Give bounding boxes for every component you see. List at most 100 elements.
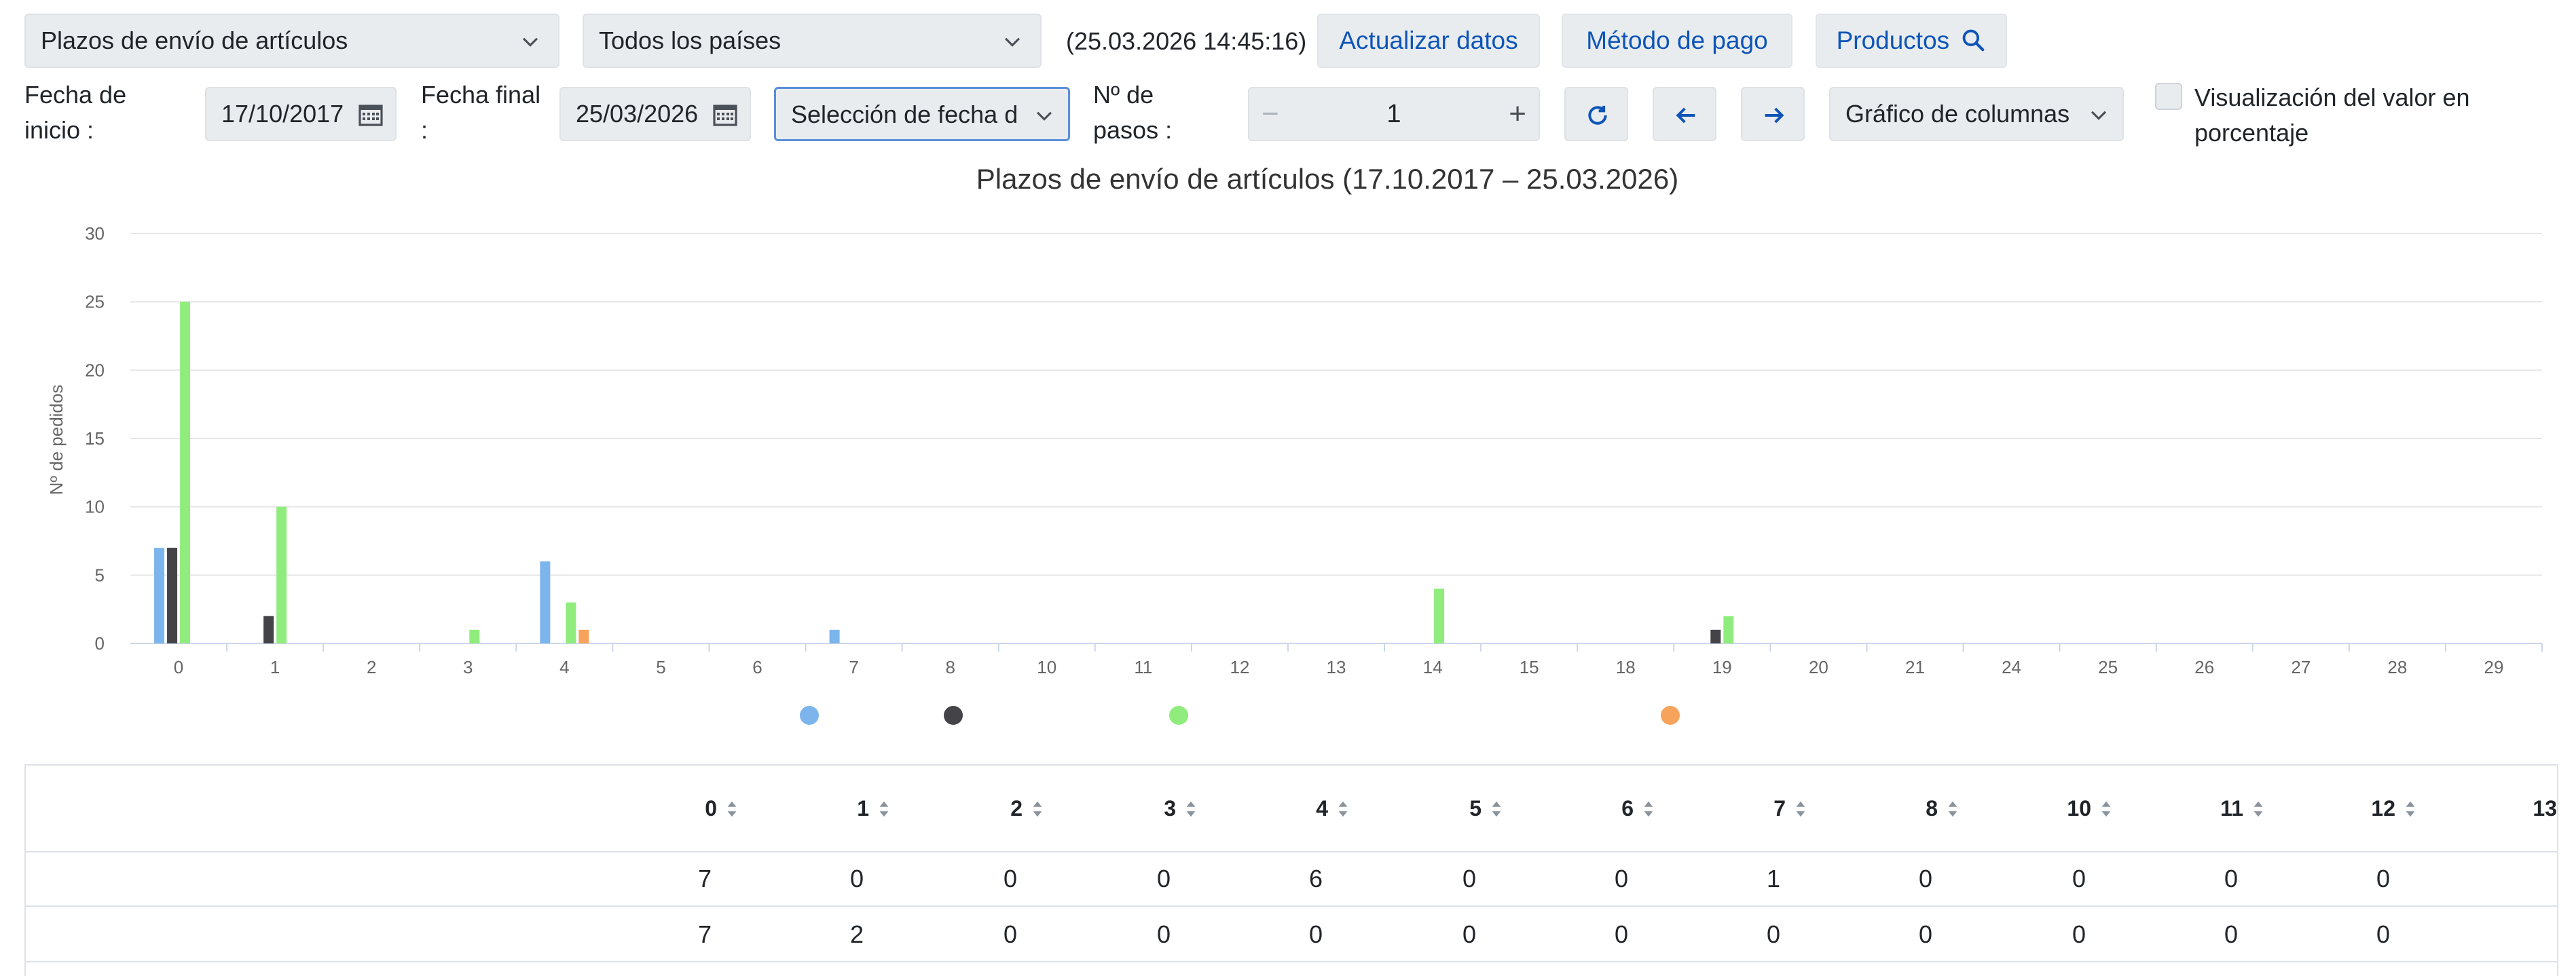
table-row: 7 2 0 0 0 0 0 0 0 0 0 0 — [26, 908, 2557, 962]
sort-icon[interactable] — [1642, 795, 1654, 826]
legend-marker[interactable] — [944, 706, 963, 725]
column-header-label: 10 — [2067, 796, 2091, 821]
column-header[interactable]: 11 — [2220, 793, 2264, 826]
column-header-label: 0 — [705, 796, 717, 821]
column-header-label: 4 — [1316, 796, 1328, 821]
bar[interactable] — [469, 629, 480, 643]
column-header[interactable]: 3 — [1164, 793, 1196, 826]
sort-icon[interactable] — [1794, 795, 1806, 826]
column-header-label: 3 — [1164, 796, 1176, 821]
legend-marker[interactable] — [1661, 706, 1680, 725]
table-cell: 0 — [1462, 865, 1476, 893]
sort-icon[interactable] — [2404, 795, 2416, 826]
table-cell: 1 — [1766, 865, 1780, 893]
table-cell: 0 — [2376, 920, 2390, 948]
sort-icon[interactable] — [1490, 795, 1502, 826]
table-row: 7 0 0 0 6 0 0 1 0 0 0 0 — [26, 852, 2557, 907]
column-header-label: 7 — [1773, 796, 1786, 821]
column-header[interactable]: 5 — [1469, 793, 1502, 826]
column-header[interactable]: 7 — [1773, 793, 1806, 826]
legend-marker[interactable] — [1169, 706, 1188, 725]
sort-icon[interactable] — [1031, 795, 1043, 826]
chart-title: Plazos de envío de artículos (17.10.2017… — [976, 163, 1678, 195]
y-tick-label: 25 — [85, 292, 105, 312]
sort-icon[interactable] — [1184, 795, 1196, 826]
x-tick-label: 24 — [2002, 657, 2021, 677]
bar[interactable] — [263, 616, 274, 643]
table-cell: 0 — [1156, 920, 1171, 948]
x-tick-label: 29 — [2484, 657, 2503, 677]
x-tick-label: 5 — [656, 657, 665, 677]
table-cell: 0 — [1003, 920, 1017, 948]
sort-icon[interactable] — [1946, 795, 1958, 826]
y-tick-label: 15 — [85, 428, 105, 449]
bar[interactable] — [1710, 629, 1721, 643]
bar[interactable] — [829, 629, 840, 643]
table-cell: 0 — [1308, 920, 1323, 948]
table-cell: 0 — [2224, 865, 2238, 893]
column-header[interactable]: 13 — [2533, 793, 2557, 824]
table-cell: 0 — [1003, 865, 1017, 893]
sort-icon[interactable] — [2099, 795, 2112, 826]
y-tick-label: 10 — [85, 497, 105, 517]
column-header-label: 6 — [1621, 796, 1634, 821]
y-axis-ticks: 0 5 10 15 20 25 30 — [85, 223, 105, 654]
column-header-label: 11 — [2220, 796, 2243, 821]
x-tick-label: 1 — [270, 657, 280, 677]
bar[interactable] — [180, 301, 191, 643]
table-cell: 7 — [697, 920, 712, 948]
table-cell: 0 — [2224, 920, 2238, 948]
bar[interactable] — [1434, 588, 1445, 643]
column-header[interactable]: 8 — [1926, 793, 1958, 826]
bar[interactable] — [1723, 616, 1734, 643]
table-cell: 0 — [1614, 920, 1628, 948]
x-tick-label: 18 — [1616, 657, 1636, 677]
bar[interactable] — [154, 548, 165, 643]
bar[interactable] — [167, 548, 178, 643]
column-header-label: 8 — [1926, 796, 1938, 821]
chart-legend[interactable] — [800, 706, 1680, 725]
x-tick-label: 12 — [1230, 657, 1249, 677]
column-header-label: 2 — [1010, 796, 1023, 821]
column-header[interactable]: 12 — [2371, 793, 2416, 826]
table-cell: 6 — [1308, 865, 1323, 893]
bar[interactable] — [566, 602, 576, 643]
x-tick-label: 11 — [1134, 657, 1152, 677]
table-cell: 0 — [1462, 920, 1476, 948]
table-cell: 0 — [1156, 865, 1171, 893]
x-tick-label: 28 — [2387, 657, 2407, 677]
column-header[interactable]: 1 — [857, 793, 889, 826]
chart-grid — [130, 233, 2542, 644]
column-header[interactable]: 10 — [2067, 793, 2112, 826]
column-header[interactable]: 4 — [1316, 793, 1348, 826]
table-cell: 0 — [2072, 920, 2086, 948]
legend-marker[interactable] — [800, 706, 819, 725]
sort-icon[interactable] — [1336, 795, 1348, 826]
sort-icon[interactable] — [2251, 795, 2264, 826]
data-table: 0 1 2 3 4 5 6 7 8 10 11 12 13 7000600100007200000000… — [24, 764, 2558, 976]
table-cell: 0 — [1614, 865, 1628, 893]
column-header[interactable]: 0 — [705, 793, 737, 826]
sort-icon[interactable] — [877, 795, 889, 826]
table-cell: 0 — [1918, 920, 1932, 948]
bar[interactable] — [276, 506, 287, 643]
column-header-label: 12 — [2371, 796, 2395, 821]
table-cell: 0 — [1766, 920, 1780, 948]
shipping-times-chart: Plazos de envío de artículos (17.10.2017… — [46, 163, 2543, 725]
table-header: 0 1 2 3 4 5 6 7 8 10 11 12 13 — [26, 766, 2557, 852]
x-tick-label: 7 — [849, 657, 858, 677]
table-cell: 7 — [697, 865, 712, 893]
table-cell: 2 — [849, 920, 864, 948]
bar[interactable] — [540, 561, 551, 643]
column-header[interactable]: 2 — [1010, 793, 1043, 826]
sort-icon[interactable] — [725, 795, 737, 826]
chart-bars — [154, 301, 1734, 643]
column-header[interactable]: 6 — [1621, 793, 1654, 826]
x-tick-label: 20 — [1809, 657, 1828, 677]
x-tick-label: 19 — [1712, 657, 1732, 677]
x-tick-label: 26 — [2194, 657, 2214, 677]
table-cell: 0 — [1918, 865, 1932, 893]
x-tick-label: 4 — [559, 657, 569, 677]
bar[interactable] — [578, 629, 589, 643]
x-tick-label: 21 — [1905, 657, 1925, 677]
